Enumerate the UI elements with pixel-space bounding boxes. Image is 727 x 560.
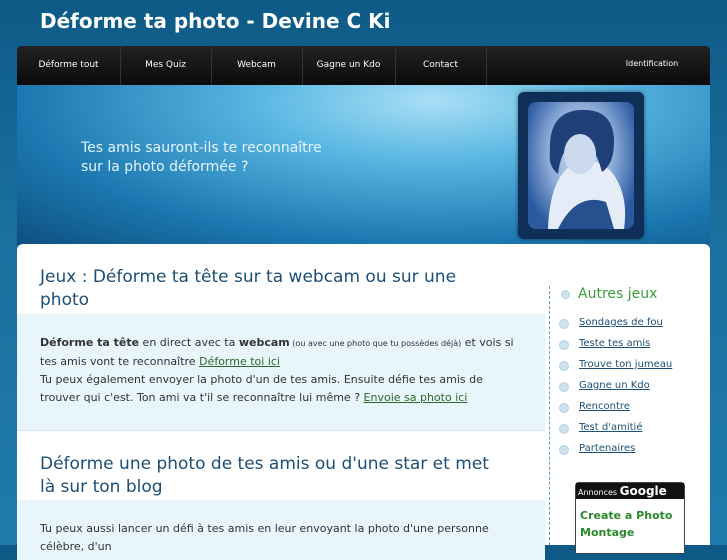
section2-text: Tu peux aussi lancer un défi à tes amis … bbox=[40, 522, 489, 553]
banner-tagline: Tes amis sauront-ils te reconnaître sur … bbox=[81, 140, 322, 175]
sidebar-link-amitie[interactable]: Test d'amitié bbox=[579, 422, 642, 433]
nav-gagne-kdo[interactable]: Gagne un Kdo bbox=[302, 46, 396, 85]
content-area: Jeux : Déforme ta tête sur ta webcam ou … bbox=[17, 244, 710, 560]
google-logo: Google bbox=[619, 484, 667, 498]
sidebar-link-teste[interactable]: Teste tes amis bbox=[579, 338, 650, 349]
bullet-icon bbox=[559, 319, 569, 329]
ad-link[interactable]: Create a Photo Montage bbox=[580, 507, 684, 541]
sidebar-link-jumeau[interactable]: Trouve ton jumeau bbox=[579, 359, 672, 370]
sidebar-link-kdo[interactable]: Gagne un Kdo bbox=[579, 380, 650, 391]
site-title: Déforme ta photo - Devine C Ki bbox=[40, 9, 391, 33]
sidebar-link-rencontre[interactable]: Rencontre bbox=[579, 401, 630, 412]
section1-text: Déforme ta tête en direct avec ta webcam… bbox=[40, 336, 514, 404]
bullet-icon bbox=[559, 403, 569, 413]
strong-webcam: webcam bbox=[238, 336, 290, 349]
portrait-image bbox=[528, 102, 634, 229]
nav-contact[interactable]: Contact bbox=[395, 46, 487, 85]
bullet-icon bbox=[559, 424, 569, 434]
section2-box: Tu peux aussi lancer un défi à tes amis … bbox=[17, 500, 545, 560]
nav-mes-quiz[interactable]: Mes Quiz bbox=[120, 46, 212, 85]
nav-webcam[interactable]: Webcam bbox=[211, 46, 303, 85]
strong-deforme: Déforme ta tête bbox=[40, 336, 140, 349]
ad-header: Annonces Google bbox=[576, 483, 684, 499]
photo-frame bbox=[518, 92, 644, 239]
sidebar-link-sondages[interactable]: Sondages de fou bbox=[579, 317, 663, 328]
bullet-icon bbox=[559, 340, 569, 350]
google-ad: Annonces Google Create a Photo Montage bbox=[575, 482, 685, 554]
bullet-icon bbox=[559, 361, 569, 371]
bullet-icon bbox=[561, 290, 570, 299]
section1-box: Déforme ta tête en direct avec ta webcam… bbox=[17, 314, 545, 431]
nav-deforme-tout[interactable]: Déforme tout bbox=[17, 46, 121, 85]
header-banner: Tes amis sauront-ils te reconnaître sur … bbox=[17, 85, 710, 245]
deforme-toi-link[interactable]: Déforme toi ici bbox=[199, 355, 280, 368]
bullet-icon bbox=[559, 445, 569, 455]
section1-heading: Jeux : Déforme ta tête sur ta webcam ou … bbox=[40, 267, 457, 310]
main-nav: Déforme tout Mes Quiz Webcam Gagne un Kd… bbox=[17, 46, 710, 85]
bullet-icon bbox=[559, 382, 569, 392]
sidebar-link-partenaires[interactable]: Partenaires bbox=[579, 443, 635, 454]
sidebar-title: Autres jeux bbox=[578, 286, 658, 302]
nav-identification[interactable]: Identification bbox=[607, 46, 697, 85]
section2-heading: Déforme une photo de tes amis ou d'une s… bbox=[40, 454, 489, 497]
sidebar: Autres jeux Sondages de fou Teste tes am… bbox=[549, 286, 700, 554]
envoie-photo-link[interactable]: Envoie sa photo ici bbox=[364, 391, 468, 404]
